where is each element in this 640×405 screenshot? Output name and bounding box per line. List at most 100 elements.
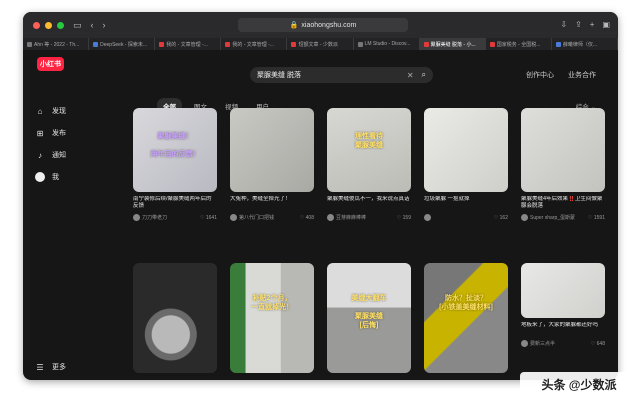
note-card[interactable]: 防水？扯淡？ [小铁盖美缝材料] [424, 263, 508, 373]
forward-icon[interactable]: › [103, 20, 106, 30]
share-icon[interactable]: ⇪ [575, 20, 582, 29]
thumbnail-caption: 理性看待 聚脲美缝 [355, 132, 383, 149]
business-link[interactable]: 业务合作 [568, 70, 596, 80]
note-thumbnail[interactable] [424, 108, 508, 192]
browser-tab[interactable]: LM Studio - Discov... [354, 38, 420, 50]
like-number: 648 [596, 340, 605, 347]
browser-tab[interactable]: 薛曦律师（仅... [552, 38, 618, 50]
note-title[interactable]: 南宁装修后续/聚脲美缝两年后的反馈 [133, 196, 217, 210]
like-count[interactable]: ♡ 408 [300, 215, 314, 221]
note-thumbnail[interactable]: 补贴2个月， 一直就掉光！ [230, 263, 314, 373]
note-title[interactable]: 垃圾聚脲 一抠就掉 [424, 196, 508, 210]
note-card[interactable]: 地板来了，大家的聚脲都还好吗费新三点半 ♡ 648 [521, 263, 605, 347]
favicon-icon [489, 41, 495, 47]
author-info[interactable]: Super sharp_蛋斯蒙 [521, 214, 575, 221]
favicon-icon [225, 41, 231, 47]
note-thumbnail[interactable]: 美缝大翻车 聚脲美缝 [后悔] [327, 263, 411, 373]
sidebar-item[interactable]: ⊞ 发布 [35, 122, 66, 144]
note-card[interactable]: 聚脲美缝！ 两年后的反馈！ 南宁装修后续/聚脲美缝两年后的反馈刀刀带老刀 ♡ 164… [133, 108, 217, 221]
tab-overview-icon[interactable]: ▣ [602, 20, 610, 29]
note-thumbnail[interactable]: 聚脲美缝！ 两年后的反馈！ [133, 108, 217, 192]
browser-tab[interactable]: 我的 - 文章管理 -... [155, 38, 222, 50]
search-icon[interactable]: ⌕ [422, 70, 426, 80]
back-icon[interactable]: ‹ [91, 20, 94, 30]
browser-tab[interactable]: 短额文章 - 少数派 [287, 38, 354, 50]
note-thumbnail[interactable]: 理性看待 聚脲美缝 [327, 108, 411, 192]
like-count[interactable]: ♡ 162 [494, 215, 508, 221]
author-info[interactable]: 第八代门口把钱 [230, 214, 274, 221]
minimize-window-button[interactable] [45, 21, 52, 29]
note-meta: 第八代门口把钱 ♡ 408 [230, 214, 314, 221]
thumbnail-caption: 聚脲美缝！ 两年后的反馈！ [150, 132, 200, 158]
author-info[interactable]: 费新三点半 [521, 340, 555, 347]
like-count[interactable]: ♡ 1641 [200, 215, 217, 221]
note-thumbnail[interactable] [133, 263, 217, 373]
new-tab-icon[interactable]: + [590, 20, 595, 29]
note-thumbnail[interactable] [521, 263, 605, 318]
tab-label: Ahn 等 - 2022 - Th... [34, 41, 80, 48]
author-info[interactable] [424, 214, 433, 221]
browser-window: ▭ ‹ › 🔒 xiaohongshu.com ⇩ ⇪ + ▣ Ahn 等 - … [23, 12, 618, 380]
browser-tab[interactable]: 国家税务 - 全国税... [486, 38, 552, 50]
author-info[interactable]: 刀刀带老刀 [133, 214, 167, 221]
sidebar-item-label: 发现 [52, 108, 66, 115]
maximize-window-button[interactable] [57, 21, 64, 29]
note-card[interactable]: 大冤种，美缝全掉光了！ 第八代门口把钱 ♡ 408 [230, 108, 314, 221]
toolbar-actions: ⇩ ⇪ + ▣ [560, 20, 610, 29]
clear-icon[interactable]: ✕ [407, 71, 414, 80]
thumbnail-caption: 补贴2个月， 一直就掉光！ [251, 294, 293, 311]
tab-label: 我的 - 文章管理 -... [232, 41, 274, 48]
note-card[interactable]: 美缝大翻车 聚脲美缝 [后悔] [327, 263, 411, 373]
like-number: 1591 [593, 214, 605, 221]
favicon-icon [423, 41, 429, 47]
like-count[interactable]: ♡ 159 [397, 215, 411, 221]
note-title[interactable]: 聚脲美缝傻瓜不一，我来说点真话 [327, 196, 411, 210]
favicon-icon [291, 41, 297, 47]
author-avatar [133, 214, 140, 221]
sidebar-item-label: 我 [52, 174, 59, 181]
note-thumbnail[interactable]: 防水？扯淡？ [小铁盖美缝材料] [424, 263, 508, 373]
favicon-icon [93, 41, 99, 47]
favicon-icon [159, 41, 165, 47]
home-icon: ⌂ [37, 106, 43, 116]
search-input[interactable]: 聚脲美缝 脱落 [257, 70, 407, 80]
author-info[interactable]: 豆芽麻麻棒棒 [327, 214, 366, 221]
note-card[interactable] [133, 263, 217, 373]
lock-icon: 🔒 [289, 22, 299, 29]
note-thumbnail[interactable] [230, 108, 314, 192]
note-meta: 费新三点半 ♡ 648 [521, 340, 605, 347]
browser-tab[interactable]: 我的 - 文章管理 -... [221, 38, 288, 50]
favicon-icon [555, 41, 561, 47]
note-card[interactable]: 聚脲美缝4年后效果‼️卫生间做聚脲会脱落 Super sharp_蛋斯蒙 ♡ 159… [521, 108, 605, 221]
search-bar[interactable]: 聚脲美缝 脱落 ✕ ⌕ [250, 67, 433, 83]
note-card[interactable]: 补贴2个月， 一直就掉光！ [230, 263, 314, 373]
bell-icon: ♪ [38, 150, 42, 160]
browser-tab[interactable]: 聚脲美缝 脱落 - 小... [419, 38, 486, 50]
author-avatar [521, 340, 528, 347]
more-menu[interactable]: ☰ 更多 [35, 362, 66, 372]
download-icon[interactable]: ⇩ [560, 20, 567, 29]
plus-icon: ⊞ [36, 128, 44, 138]
note-title[interactable]: 大冤种，美缝全掉光了！ [230, 196, 314, 210]
browser-tab[interactable]: Ahn 等 - 2022 - Th... [23, 38, 90, 50]
note-title[interactable]: 聚脲美缝4年后效果‼️卫生间做聚脲会脱落 [521, 196, 605, 210]
window-controls [33, 21, 64, 29]
note-thumbnail[interactable] [521, 108, 605, 192]
sidebar-item[interactable]: 我 [35, 166, 66, 188]
browser-tab[interactable]: DeepSeek - 探索未... [89, 38, 156, 50]
creator-center-link[interactable]: 创作中心 [526, 70, 554, 80]
like-count[interactable]: ♡ 648 [591, 341, 605, 347]
sidebar-item[interactable]: ♪ 通知 [35, 144, 66, 166]
sidebar-toggle-icon[interactable]: ▭ [73, 20, 82, 30]
tab-label: 聚脲美缝 脱落 - 小... [430, 41, 476, 48]
sidebar-item[interactable]: ⌂ 发现 [35, 100, 66, 122]
app-logo[interactable]: 小红书 [37, 57, 64, 71]
author-avatar [327, 214, 334, 221]
address-bar[interactable]: 🔒 xiaohongshu.com [238, 18, 408, 32]
note-card[interactable]: 理性看待 聚脲美缝聚脲美缝傻瓜不一，我来说点真话豆芽麻麻棒棒 ♡ 159 [327, 108, 411, 221]
note-title[interactable]: 地板来了，大家的聚脲都还好吗 [521, 322, 605, 336]
like-number: 159 [402, 214, 411, 221]
like-count[interactable]: ♡ 1591 [588, 215, 605, 221]
note-card[interactable]: 垃圾聚脲 一抠就掉 ♡ 162 [424, 108, 508, 221]
close-window-button[interactable] [33, 21, 40, 29]
